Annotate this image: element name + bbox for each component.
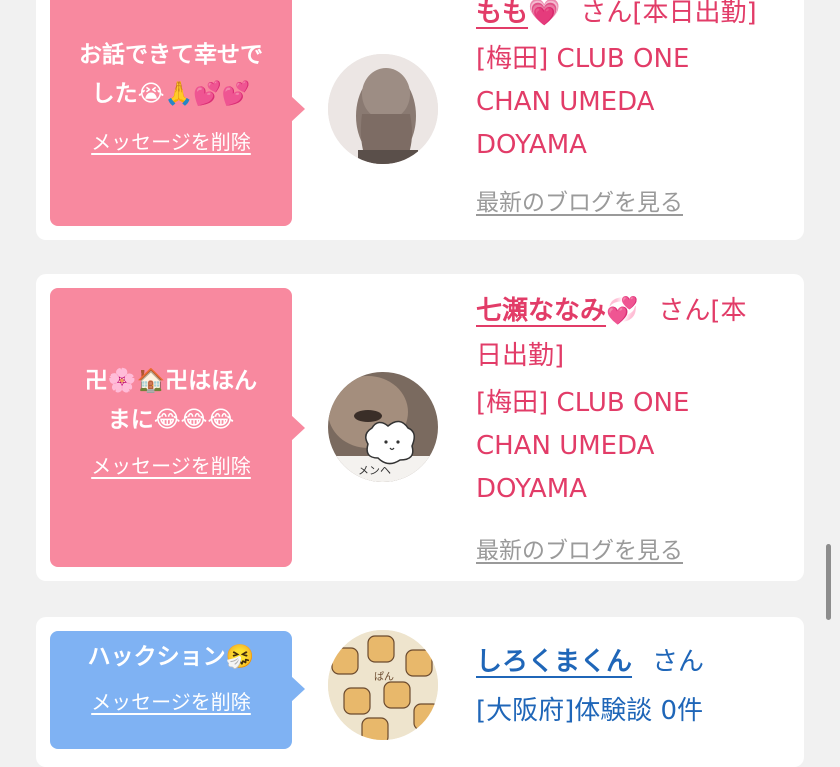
message-bubble: お話できて幸せで した😭🙏💕💕 メッセージを削除 [50, 0, 305, 226]
message-text-line: お話できて幸せで [79, 42, 263, 68]
message-text-line: まに😂😂😂 [107, 407, 235, 433]
shop-line: CHAN UMEDA [476, 431, 655, 461]
avatar-image [328, 630, 438, 740]
cast-name-link[interactable]: もも💗 [476, 0, 560, 28]
bubble-tail [291, 96, 305, 122]
delete-message-link[interactable]: メッセージを削除 [91, 686, 251, 715]
shop-line: CHAN UMEDA [476, 87, 655, 117]
cast-status: さん [652, 647, 705, 677]
message-bubble: ハックション🤧 メッセージを削除 [50, 631, 305, 749]
cast-info: もも💗 さん[本日出勤] [梅田] CLUB ONE CHAN UMEDA DOY… [476, 0, 796, 217]
cast-name: 七瀬ななみ [476, 296, 607, 326]
message-text-line: した😭🙏💕💕 [91, 81, 251, 107]
review-count: [大阪府]体験談 0件 [476, 696, 704, 726]
message-text-line: 卍🌸🏠卍はほん [84, 368, 258, 394]
delete-message-link[interactable]: メッセージを削除 [91, 450, 251, 479]
avatar[interactable] [328, 54, 438, 164]
cast-name-link[interactable]: 七瀬ななみ💞 [476, 296, 638, 326]
message-card: お話できて幸せで した😭🙏💕💕 メッセージを削除 もも💗 さん[本日出勤] [梅田… [36, 0, 804, 240]
cast-status: さん[本日出勤] [580, 0, 757, 28]
delete-message-link[interactable]: メッセージを削除 [91, 126, 251, 155]
cast-name-link[interactable]: しろくまくん [476, 647, 632, 677]
cast-info: 七瀬ななみ💞 さん[本 日出勤] [梅田] CLUB ONE CHAN UMEDA… [476, 288, 796, 565]
shop-line: [梅田] CLUB ONE [476, 388, 690, 418]
latest-blog-link[interactable]: 最新のブログを見る [476, 190, 683, 216]
cast-status: さん[本 [658, 296, 747, 326]
cast-name: もも [476, 0, 529, 28]
cast-status-continued: 日出勤] [476, 341, 565, 371]
bubble-tail [291, 676, 305, 702]
shop-line: [梅田] CLUB ONE [476, 44, 690, 74]
latest-blog-link[interactable]: 最新のブログを見る [476, 538, 683, 564]
shop-line: DOYAMA [476, 474, 587, 504]
message-text: ハックション🤧 [87, 644, 255, 670]
cast-info: しろくまくん さん [大阪府]体験談 0件 [476, 639, 796, 733]
message-bubble: 卍🌸🏠卍はほん まに😂😂😂 メッセージを削除 [50, 288, 305, 567]
avatar-image [328, 54, 438, 164]
scrollbar[interactable] [826, 544, 831, 620]
avatar-bread-text: ぱん [374, 672, 394, 683]
message-card: 卍🌸🏠卍はほん まに😂😂😂 メッセージを削除 メンヘ 七瀬ななみ💞 さん[本 日出… [36, 274, 804, 581]
bubble-tail [291, 415, 305, 441]
hearts-icon: 💞 [606, 296, 639, 326]
avatar[interactable]: ぱん [328, 630, 438, 740]
avatar[interactable]: メンヘ [328, 372, 438, 482]
heart-icon: 💗 [528, 0, 561, 28]
message-card: ハックション🤧 メッセージを削除 ぱん しろくまくん さん [大阪府]体験談 0件 [36, 617, 804, 767]
shop-line: DOYAMA [476, 130, 587, 160]
avatar-caption: メンヘ [358, 464, 391, 477]
